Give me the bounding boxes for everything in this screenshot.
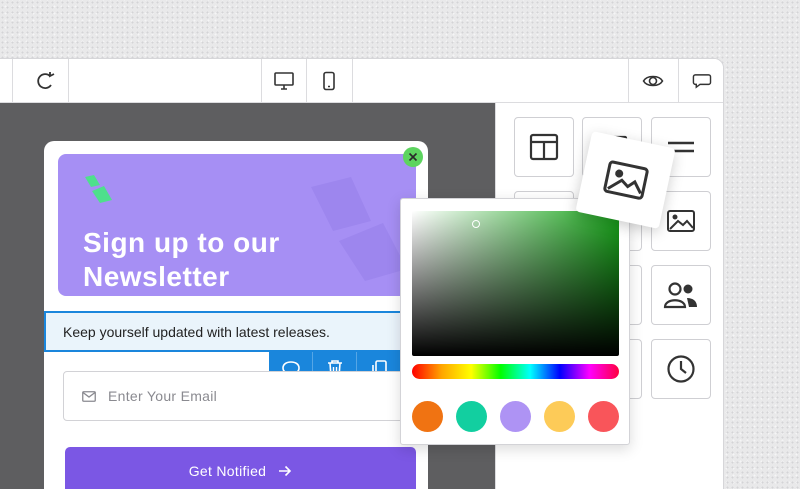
- brand-logo-icon: [85, 175, 112, 203]
- columns-icon: [529, 133, 559, 161]
- get-notified-button[interactable]: Get Notified: [65, 447, 416, 489]
- mobile-view-button[interactable]: [307, 59, 351, 102]
- undo-button[interactable]: [0, 59, 1, 102]
- redo-icon: [37, 71, 55, 89]
- swatch-orange[interactable]: [412, 401, 443, 432]
- dragged-image-block[interactable]: [575, 131, 676, 229]
- top-toolbar: [0, 59, 723, 103]
- comment-icon: [692, 73, 712, 89]
- swatch-yellow[interactable]: [544, 401, 575, 432]
- desktop-icon: [274, 71, 294, 90]
- popup-subline: Keep yourself updated with latest releas…: [63, 323, 330, 340]
- color-picker: [400, 198, 630, 445]
- redo-button[interactable]: [25, 59, 67, 102]
- popup-headline: Sign up to our Newsletter: [83, 227, 280, 292]
- swatch-purple[interactable]: [500, 401, 531, 432]
- saturation-value-area[interactable]: [412, 211, 619, 356]
- popup-close-button[interactable]: [403, 147, 423, 167]
- block-users[interactable]: [651, 265, 711, 325]
- envelope-icon: [82, 390, 96, 402]
- preview-button[interactable]: [629, 59, 677, 102]
- comments-button[interactable]: [679, 59, 723, 102]
- desktop-view-button[interactable]: [262, 59, 306, 102]
- hue-slider[interactable]: [412, 364, 619, 379]
- saturation-handle[interactable]: [472, 220, 480, 228]
- popup-subline-selected[interactable]: Keep yourself updated with latest releas…: [44, 311, 404, 352]
- popup-hero: Sign up to our Newsletter: [58, 154, 416, 296]
- image-icon: [667, 210, 695, 232]
- block-columns[interactable]: [514, 117, 574, 177]
- image-icon: [602, 160, 649, 200]
- block-timer[interactable]: [651, 339, 711, 399]
- close-icon: [408, 152, 418, 162]
- eye-icon: [642, 75, 664, 86]
- swatch-red[interactable]: [588, 401, 619, 432]
- arrow-right-icon: [279, 465, 292, 477]
- swatch-teal[interactable]: [456, 401, 487, 432]
- email-placeholder: Enter Your Email: [108, 388, 218, 404]
- clock-icon: [667, 355, 695, 383]
- mobile-icon: [323, 71, 335, 90]
- email-input[interactable]: Enter Your Email: [63, 371, 408, 421]
- cta-label: Get Notified: [188, 463, 267, 479]
- users-icon: [663, 282, 697, 309]
